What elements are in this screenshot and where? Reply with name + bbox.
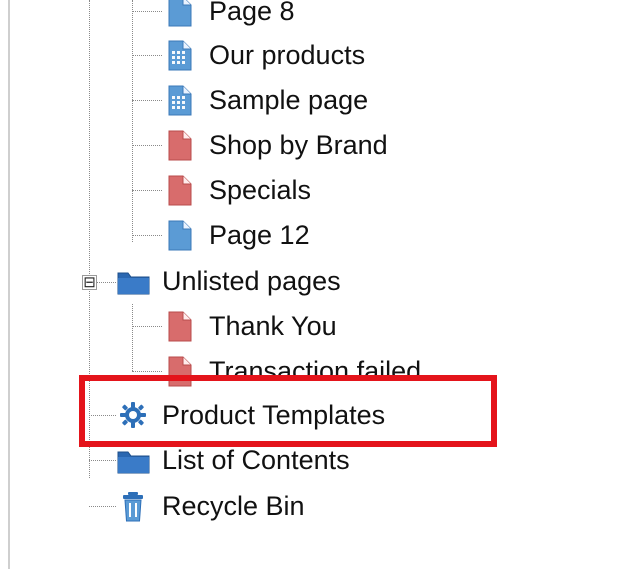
tree-item-page-12[interactable]: Page 12 (163, 213, 310, 257)
tree-item-label: Transaction failed (209, 355, 422, 386)
page-grid-blue-icon (163, 38, 197, 72)
tree-branch (89, 415, 116, 416)
folder-blue-icon (116, 443, 150, 477)
page-blue-icon (163, 0, 197, 28)
tree-item-specials[interactable]: Specials (163, 168, 311, 212)
collapse-toggle-unlisted-pages[interactable]: ⊟ (82, 275, 97, 290)
tree-branch (132, 326, 162, 327)
tree-item-label: Our products (209, 39, 366, 70)
tree-branch (132, 55, 162, 56)
tree-item-label: Sample page (209, 84, 369, 115)
page-grid-blue-icon (163, 83, 197, 117)
page-blue-icon (163, 218, 197, 252)
page-red-icon (163, 128, 197, 162)
tree-branch (132, 235, 162, 236)
tree-item-shop-by-brand[interactable]: Shop by Brand (163, 123, 388, 167)
tree-item-recycle-bin[interactable]: Recycle Bin (116, 484, 305, 528)
tree-item-label: Recycle Bin (162, 490, 305, 521)
tree-panel-border (8, 0, 10, 569)
tree-branch (89, 506, 116, 507)
tree-item-label: Product Templates (162, 399, 386, 430)
gear-icon (116, 398, 150, 432)
tree-item-thank-you[interactable]: Thank You (163, 304, 337, 348)
page-red-icon (163, 354, 197, 388)
tree-item-label: Specials (209, 174, 312, 205)
tree-item-label: Unlisted pages (162, 265, 341, 296)
tree-connector-main (89, 0, 90, 478)
tree-item-transaction-failed[interactable]: Transaction failed (163, 349, 421, 393)
tree-item-list-of-contents[interactable]: List of Contents (116, 438, 350, 482)
tree-branch (132, 11, 162, 12)
tree-branch (132, 190, 162, 191)
tree-branch (132, 145, 162, 146)
tree-item-product-templates[interactable]: Product Templates (116, 393, 385, 437)
page-red-icon (163, 173, 197, 207)
tree-item-unlisted-pages[interactable]: Unlisted pages (116, 259, 341, 303)
trash-icon (116, 489, 150, 523)
tree-item-label: Shop by Brand (209, 129, 388, 160)
tree-connector-child-bottom (132, 304, 133, 371)
tree-branch (132, 100, 162, 101)
tree-branch (89, 460, 116, 461)
page-red-icon (163, 309, 197, 343)
tree-connector-child-top (132, 0, 133, 242)
tree-item-our-products[interactable]: Our products (163, 33, 365, 77)
tree-item-sample-page[interactable]: Sample page (163, 78, 368, 122)
tree-item-label: Thank You (209, 310, 337, 341)
tree-item-page-8[interactable]: Page 8 (163, 0, 295, 33)
tree-branch (132, 371, 162, 372)
tree-item-label: Page 12 (209, 219, 310, 250)
folder-blue-icon (116, 264, 150, 298)
tree-item-label: List of Contents (162, 444, 350, 475)
tree-item-label: Page 8 (209, 0, 295, 26)
